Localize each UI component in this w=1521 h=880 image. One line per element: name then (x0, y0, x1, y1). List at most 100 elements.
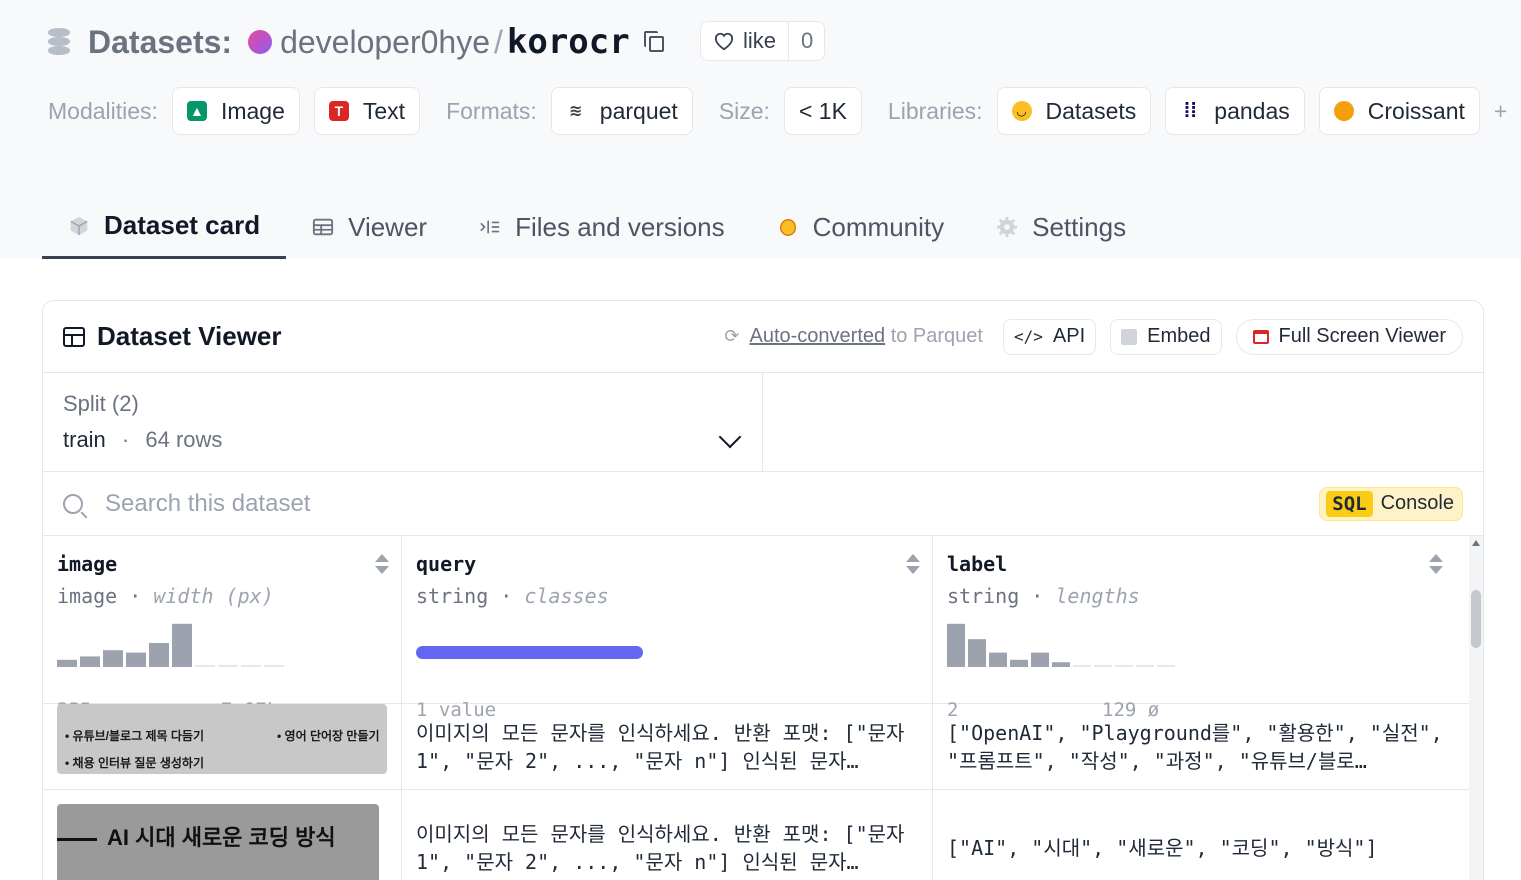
split-dot: · (121, 427, 130, 452)
column-image[interactable]: image image · width (px) 255 7.07k (43, 536, 402, 721)
range-min: 1 value (416, 699, 497, 721)
image-thumbnail[interactable]: AI 시대 새로운 코딩 방식 (57, 804, 379, 880)
hugging-face-icon: ◡ (1011, 101, 1032, 121)
viewer-title-text: Dataset Viewer (97, 321, 282, 351)
tag-size[interactable]: < 1K (783, 87, 862, 135)
histogram-bar[interactable] (149, 643, 169, 667)
histogram-bar[interactable] (1010, 659, 1028, 667)
column-query[interactable]: query string · classes 1 value (402, 536, 933, 721)
like-count: 0 (801, 28, 814, 53)
tab-settings-label: Settings (1032, 211, 1127, 242)
histogram-bar[interactable] (947, 623, 965, 667)
histogram-bar[interactable] (195, 665, 215, 667)
column-name: label (947, 552, 1008, 576)
underline-mark (57, 838, 97, 841)
search-input[interactable] (105, 489, 705, 518)
histogram-bar[interactable] (172, 623, 192, 667)
histogram-bar[interactable] (126, 652, 146, 667)
tag-text[interactable]: T Text (313, 87, 421, 135)
parquet-icon: ≋ (569, 103, 583, 120)
like-label: like (743, 28, 777, 53)
title-row: Datasets: developer0hye / korocr (48, 20, 666, 64)
tab-files-label: Files and versions (515, 211, 725, 242)
histogram-bar[interactable] (241, 665, 261, 667)
split-selector[interactable]: Split (2) train · 64 rows (43, 373, 763, 471)
api-label: API (1052, 325, 1086, 347)
to-parquet-text: to Parquet (885, 325, 983, 347)
histogram-bar[interactable] (57, 659, 77, 667)
gear-icon (997, 216, 1018, 238)
histogram-bar[interactable] (968, 639, 986, 667)
histogram-bar[interactable] (103, 650, 123, 667)
histogram-bar[interactable] (218, 665, 238, 667)
api-button[interactable]: </> API (1002, 318, 1097, 355)
tab-files[interactable]: Files and versions (453, 195, 751, 259)
fullscreen-table-icon (1252, 329, 1269, 344)
histogram-bar[interactable] (1136, 665, 1154, 667)
tag-datasets[interactable]: ◡ Datasets (996, 87, 1152, 135)
histogram-bar[interactable] (1157, 665, 1175, 667)
column-type: string · lengths (947, 584, 1140, 608)
table-icon (63, 326, 85, 347)
class-bar (416, 646, 643, 659)
query-cell[interactable]: 이미지의 모든 문자를 인식하세요. 반환 포맷: ["문자 1", "문자 2… (402, 790, 933, 880)
scroll-thumb[interactable] (1471, 590, 1481, 648)
tab-viewer[interactable]: Viewer (286, 195, 453, 259)
histogram-bar[interactable] (1052, 662, 1070, 667)
column-stat: lengths (1055, 584, 1140, 608)
column-name: query (416, 552, 477, 576)
histogram-bar[interactable] (989, 652, 1007, 667)
tag-pandas[interactable]: ⁞⁞ pandas (1165, 87, 1305, 135)
tag-parquet[interactable]: ≋ parquet (550, 87, 693, 135)
column-type: image · width (px) (57, 584, 274, 608)
full-screen-viewer-button[interactable]: Full Screen Viewer (1235, 318, 1463, 355)
histogram-bar[interactable] (80, 656, 100, 667)
split-rows: 64 rows (145, 427, 223, 452)
like-button[interactable]: like 0 (700, 21, 825, 61)
histogram-bar[interactable] (264, 665, 284, 667)
column-type-label: string (947, 584, 1020, 608)
dataset-viewer: Dataset Viewer ⟳ Auto-converted to Parqu… (42, 300, 1484, 880)
embed-icon (1121, 328, 1138, 345)
embed-button[interactable]: Embed (1110, 318, 1222, 355)
more-tags[interactable]: + (1494, 98, 1507, 125)
table-row[interactable]: AI 시대 새로운 코딩 방식 이미지의 모든 문자를 인식하세요. 반환 포맷… (43, 790, 1483, 880)
tag-parquet-label: parquet (599, 97, 678, 124)
tab-dataset-card[interactable]: Dataset card (42, 195, 287, 259)
thumbnail-text: • 유튜브/블로그 제목 다듬기 (65, 729, 204, 743)
image-cell[interactable]: • 유튜브/블로그 제목 다듬기 • 영어 단어장 만들기 • 채용 인터뷰 질… (43, 704, 402, 789)
label-cell[interactable]: ["OpenAI", "Playground를", "활용한", "실전", "… (933, 704, 1469, 789)
histogram-bar[interactable] (1115, 665, 1133, 667)
histogram-bar[interactable] (1073, 665, 1091, 667)
column-stat: width (px) (153, 584, 274, 608)
datasets-label[interactable]: Datasets: (88, 24, 232, 61)
viewer-header: Dataset Viewer ⟳ Auto-converted to Parqu… (43, 301, 1483, 373)
thumbnail-text: • 영어 단어장 만들기 (277, 729, 380, 743)
owner-link[interactable]: developer0hye (280, 24, 490, 61)
database-icon (48, 28, 70, 56)
full-screen-viewer-label: Full Screen Viewer (1278, 325, 1446, 347)
sql-console-button[interactable]: SQL Console (1319, 486, 1463, 521)
image-cell[interactable]: AI 시대 새로운 코딩 방식 (43, 790, 402, 880)
table-scrollbar[interactable] (1469, 536, 1483, 880)
table-row[interactable]: • 유튜브/블로그 제목 다듬기 • 영어 단어장 만들기 • 채용 인터뷰 질… (43, 704, 1483, 790)
modalities-label: Modalities: (48, 97, 158, 124)
column-type-label: image (57, 584, 118, 608)
tab-settings[interactable]: Settings (970, 195, 1152, 259)
histogram-bar[interactable] (1031, 652, 1049, 667)
range-max-value: 129 (1102, 699, 1137, 721)
histogram-bar[interactable] (1094, 665, 1112, 667)
repo-name[interactable]: korocr (507, 22, 630, 62)
auto-converted-link[interactable]: Auto-converted (750, 325, 886, 347)
tag-croissant[interactable]: Croissant (1318, 87, 1480, 135)
image-thumbnail[interactable]: • 유튜브/블로그 제목 다듬기 • 영어 단어장 만들기 • 채용 인터뷰 질… (57, 704, 387, 774)
label-cell[interactable]: ["AI", "시대", "새로운", "코딩", "방식"] (933, 790, 1469, 880)
tag-image[interactable]: ▲ Image (171, 87, 300, 135)
sql-console-label: Console (1380, 492, 1454, 514)
column-label[interactable]: label string · lengths 2 129 ø (933, 536, 1469, 721)
tab-community[interactable]: Community (751, 195, 970, 259)
scroll-up-icon[interactable] (1472, 540, 1480, 546)
copy-icon[interactable] (643, 31, 666, 53)
tab-viewer-label: Viewer (348, 211, 428, 242)
owner-avatar[interactable] (248, 30, 273, 54)
